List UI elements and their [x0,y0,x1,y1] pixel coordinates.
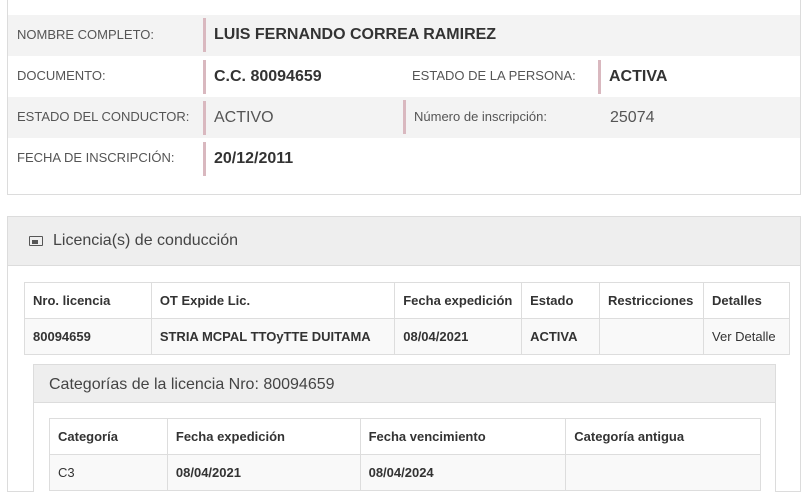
person-info-panel: NOMBRE COMPLETO: LUIS FERNANDO CORREA RA… [7,0,801,195]
inscripcion-num-label: Número de inscripción: [403,100,547,134]
estado-persona-value: ACTIVA [598,60,667,94]
documento-label: DOCUMENTO: [17,68,106,83]
estado-persona-label: ESTADO DE LA PERSONA: [412,68,576,83]
col-fecha-expedicion: Fecha expedición [394,282,523,319]
category-expedicion: 08/04/2021 [166,454,361,491]
col-categoria-antigua: Categoría antigua [565,418,761,455]
estado-conductor-label: ESTADO DEL CONDUCTOR: [17,109,190,124]
categories-title: Categorías de la licencia Nro: 80094659 [49,376,335,393]
category-antigua [565,454,761,491]
table-row: 80094659 STRIA MCPAL TTOyTTE DUITAMA 08/… [24,318,790,355]
estado-conductor-value: ACTIVO [203,101,274,135]
nombre-value: LUIS FERNANDO CORREA RAMIREZ [203,18,496,52]
col-categoria: Categoría [49,418,168,455]
col-ot-expide: OT Expide Lic. [150,282,396,319]
table-header-row: Categoría Fecha expedición Fecha vencimi… [49,418,761,455]
nombre-label: NOMBRE COMPLETO: [17,27,155,42]
col-nro-licencia: Nro. licencia [24,282,152,319]
ver-detalle-link[interactable]: Ver Detalle [703,318,790,355]
license-fecha: 08/04/2021 [394,318,523,355]
fecha-inscripcion-label: FECHA DE INSCRIPCIÓN: [17,150,175,165]
category-code: C3 [49,454,168,491]
categories-header: Categorías de la licencia Nro: 80094659 [34,365,775,403]
license-ot: STRIA MCPAL TTOyTTE DUITAMA [150,318,396,355]
license-number: 80094659 [24,318,152,355]
col-detalles: Detalles [703,282,790,319]
table-header-row: Nro. licencia OT Expide Lic. Fecha exped… [24,282,790,319]
licenses-panel: Licencia(s) de conducción Nro. licencia … [7,216,801,492]
licenses-header: Licencia(s) de conducción [8,217,800,266]
row-fecha-inscripcion: FECHA DE INSCRIPCIÓN: 20/12/2011 [8,138,800,179]
license-estado: ACTIVA [521,318,601,355]
license-restricciones [599,318,705,355]
inscripcion-num-value: 25074 [610,109,655,126]
id-card-icon [29,236,43,246]
row-conductor: ESTADO DEL CONDUCTOR: ACTIVO Número de i… [8,97,800,138]
categories-panel: Categorías de la licencia Nro: 80094659 … [33,364,776,492]
documento-value: C.C. 80094659 [203,60,322,94]
licenses-title: Licencia(s) de conducción [53,232,238,249]
col-fecha-vencimiento: Fecha vencimiento [359,418,567,455]
col-restricciones: Restricciones [599,282,705,319]
table-row: C3 08/04/2021 08/04/2024 [49,454,761,491]
row-nombre: NOMBRE COMPLETO: LUIS FERNANDO CORREA RA… [8,15,800,56]
col-estado: Estado [521,282,601,319]
licenses-table: Nro. licencia OT Expide Lic. Fecha exped… [24,282,790,355]
category-vencimiento: 08/04/2024 [359,454,567,491]
fecha-inscripcion-value: 20/12/2011 [203,142,293,176]
categories-table: Categoría Fecha expedición Fecha vencimi… [49,418,761,491]
col-fecha-expedicion: Fecha expedición [166,418,361,455]
row-documento: DOCUMENTO: C.C. 80094659 ESTADO DE LA PE… [8,56,800,97]
